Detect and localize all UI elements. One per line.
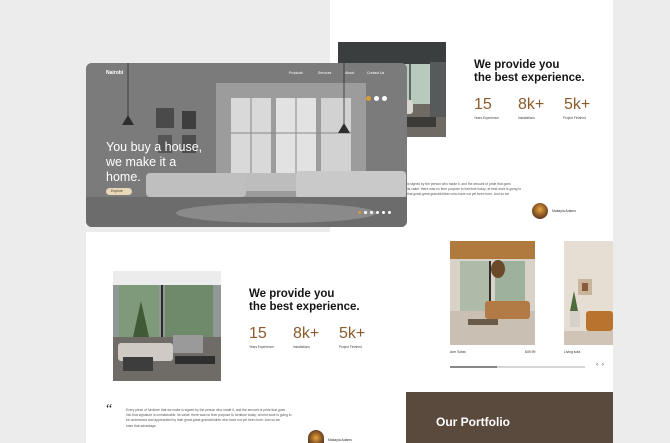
hero-headline: You buy a house, we make it a home. — [106, 140, 203, 184]
stat-value-projects: 5k+ — [564, 96, 591, 113]
product-name-living-sofa: Living sofa — [564, 350, 581, 354]
carousel-progress-fill — [450, 366, 498, 368]
slider-dot[interactable] — [376, 211, 379, 214]
avatar — [532, 203, 548, 219]
carousel-next-button[interactable]: › — [602, 362, 604, 368]
avatar — [308, 430, 324, 443]
slider-dot[interactable] — [382, 96, 387, 101]
slider-dot[interactable] — [382, 211, 385, 214]
stat-label-projects-bottom: Project Finished — [339, 345, 362, 349]
nav-item-services[interactable]: Services — [318, 71, 331, 75]
nav-item-contact[interactable]: Contact Us — [367, 71, 384, 75]
stat-value-projects-bottom: 5k+ — [339, 325, 366, 342]
quote-mark: “ — [106, 402, 113, 417]
slider-dot[interactable] — [388, 211, 391, 214]
slider-dot[interactable] — [370, 211, 373, 214]
slider-dot[interactable] — [374, 96, 379, 101]
stat-label-projects: Project Finished — [563, 116, 586, 120]
stat-label-years: Years Experience — [474, 116, 499, 120]
brand-logo[interactable]: Nairobi — [106, 70, 123, 76]
slider-dot[interactable] — [366, 96, 371, 101]
portfolio-section: Our Portfolio — [406, 392, 613, 443]
nav-item-about[interactable]: About — [345, 71, 354, 75]
stat-label-installations-bottom: Installations — [293, 345, 310, 349]
experience-heading-top: We provide you the best experience. — [474, 59, 585, 84]
nav-item-products[interactable]: Products — [289, 71, 303, 75]
explore-button-label: Explore — [111, 189, 123, 193]
interior-photo-bottom — [113, 271, 221, 381]
slider-dot[interactable] — [364, 211, 367, 214]
explore-button[interactable]: Explore — [106, 188, 132, 195]
slider-dots — [358, 211, 391, 214]
stat-label-installations: Installations — [518, 116, 535, 120]
stat-value-years: 15 — [474, 96, 492, 113]
experience-heading-bottom: We provide you the best experience. — [249, 288, 360, 313]
stat-value-years-bottom: 15 — [249, 325, 267, 342]
testimonial-author-top: Makayla Adams — [552, 209, 576, 213]
testimonial-text-bottom: Every piece of furniture that we make is… — [126, 408, 292, 428]
stat-value-installations: 8k+ — [518, 96, 545, 113]
product-image-living-sofa[interactable] — [564, 241, 613, 345]
hero-side-dots — [366, 96, 387, 101]
portfolio-title: Our Portfolio — [436, 415, 510, 429]
carousel-prev-button[interactable]: ‹ — [596, 362, 598, 368]
stat-value-installations-bottom: 8k+ — [293, 325, 320, 342]
slider-dot[interactable] — [358, 211, 361, 214]
hero-banner: Nairobi Products Services About Contact … — [86, 63, 407, 227]
carousel-progress-track[interactable] — [450, 366, 585, 368]
product-image-arm-sofas[interactable] — [450, 241, 535, 345]
product-price-arm-sofas: $49.99 — [525, 350, 536, 354]
stat-label-years-bottom: Years Experience — [249, 345, 274, 349]
testimonial-text-top: is signed by the person who made it, and… — [407, 182, 522, 197]
testimonial-author-bottom: Makayla Adams — [328, 438, 352, 442]
product-name-arm-sofas: Arm Sofas — [450, 350, 466, 354]
